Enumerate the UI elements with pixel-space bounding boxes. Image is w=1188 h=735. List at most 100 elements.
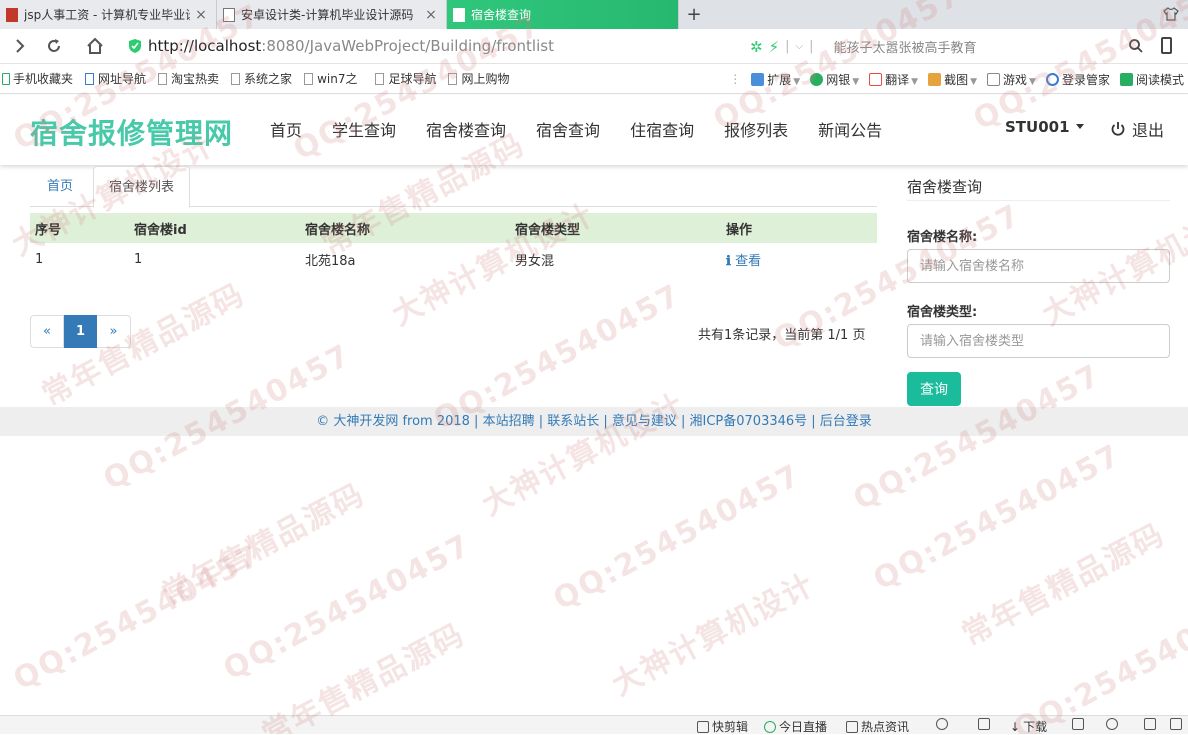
browser-tab-active[interactable]: 宿舍楼查询 × xyxy=(447,0,679,29)
bookmark-football[interactable]: 足球导航 xyxy=(375,70,436,87)
tab-home[interactable]: 首页 xyxy=(32,166,88,207)
chevron-down-icon: ▼ xyxy=(1029,76,1036,87)
status-tool[interactable] xyxy=(1106,718,1118,730)
status-tool[interactable] xyxy=(1072,718,1084,730)
browser-tab-1[interactable]: jsp人事工资 - 计算机专业毕业设 × xyxy=(0,0,217,29)
status-tool[interactable] xyxy=(978,718,990,730)
query-button[interactable]: 查询 xyxy=(907,372,961,406)
page-icon xyxy=(453,7,465,22)
bookmark-label: 手机收藏夹 xyxy=(13,72,74,86)
translate-button[interactable]: 翻译 ▼ xyxy=(869,71,918,88)
cell-name: 北苑18a xyxy=(305,254,356,269)
close-tab-icon[interactable]: × xyxy=(194,7,208,23)
news-button[interactable]: 热点资讯 xyxy=(846,718,909,735)
pagination: « 1 » xyxy=(30,315,131,348)
info-icon: ℹ xyxy=(726,254,731,269)
watermark: 常年售精品源码 xyxy=(956,517,1171,654)
bookmark-label: 系统之家 xyxy=(244,72,293,86)
menu-building-query[interactable]: 宿舍楼查询 xyxy=(426,117,506,141)
clip-icon xyxy=(697,720,709,733)
menu-dorm-query[interactable]: 宿舍查询 xyxy=(536,117,600,141)
status-label: 快剪辑 xyxy=(712,720,749,734)
login-manager-button[interactable]: 登录管家 xyxy=(1045,71,1110,88)
new-tab-button[interactable]: + xyxy=(684,4,704,25)
search-hint[interactable]: 能孩子太嚣张被高手教育 xyxy=(834,37,977,56)
news-icon xyxy=(846,720,858,733)
address-tools: ✲ ⚡ | ⌵ | 能孩子太嚣张被高手教育 xyxy=(750,37,977,57)
scissors-icon xyxy=(928,72,942,86)
menu-repair-list[interactable]: 报修列表 xyxy=(724,117,788,141)
recycle-icon[interactable]: ✲ xyxy=(750,38,763,56)
bookmark-tools: ⋮ 扩展 ▼ 网银 ▼ 翻译 ▼ 截图 ▼ 游戏 ▼ 登录管家 阅读模式 xyxy=(729,64,1184,94)
pagination-prev[interactable]: « xyxy=(30,315,64,348)
forward-icon[interactable] xyxy=(10,36,30,56)
reading-mode-button[interactable]: 阅读模式 xyxy=(1119,71,1184,88)
user-dropdown[interactable]: STU001 xyxy=(1005,118,1084,136)
bookmark-win7[interactable]: win7之 xyxy=(304,70,357,87)
home-icon[interactable] xyxy=(85,36,105,56)
pagination-next[interactable]: » xyxy=(97,315,131,348)
menu-home[interactable]: 首页 xyxy=(270,117,302,141)
bookmark-taobao[interactable]: 淘宝热卖 xyxy=(158,70,219,87)
building-name-label: 宿舍楼名称: xyxy=(907,230,978,245)
status-tool[interactable] xyxy=(936,718,948,730)
live-button[interactable]: 今日直播 xyxy=(764,718,827,735)
watermark: QQ:254540457 xyxy=(847,357,1108,518)
watermark: 常年售精品源码 xyxy=(156,477,371,614)
reload-icon[interactable] xyxy=(44,36,64,56)
building-type-input[interactable] xyxy=(907,324,1170,358)
tool-label: 截图 xyxy=(944,72,969,87)
site-brand[interactable]: 宿舍报修管理网 xyxy=(30,112,233,152)
search-icon[interactable] xyxy=(1128,38,1144,54)
status-tool[interactable] xyxy=(1170,718,1182,730)
close-tab-icon[interactable]: × xyxy=(424,7,438,23)
browser-tab-bar: jsp人事工资 - 计算机专业毕业设 × 安卓设计类-计算机毕业设计源码 × 宿… xyxy=(0,0,1188,29)
bookmark-mobile[interactable]: 手机收藏夹 xyxy=(2,70,73,87)
menu-news[interactable]: 新闻公告 xyxy=(818,117,882,141)
status-tool[interactable] xyxy=(1144,718,1156,730)
lightning-icon[interactable]: ⚡ xyxy=(769,38,780,56)
browser-tab-title: 宿舍楼查询 xyxy=(471,8,532,22)
games-button[interactable]: 游戏 ▼ xyxy=(987,71,1036,88)
book-icon xyxy=(1119,72,1133,86)
bookmark-system[interactable]: 系统之家 xyxy=(231,70,292,87)
menu-lodging-query[interactable]: 住宿查询 xyxy=(630,117,694,141)
sidebar-title: 宿舍楼查询 xyxy=(907,178,983,196)
download-button[interactable]: ↓ 下载 xyxy=(1010,718,1047,735)
secure-shield-icon xyxy=(129,39,141,53)
menu-student-query[interactable]: 学生查询 xyxy=(332,117,396,141)
chevron-down-icon: ▼ xyxy=(911,76,919,87)
phone-icon[interactable] xyxy=(1161,37,1172,54)
logout-button[interactable]: 退出 xyxy=(1110,117,1164,141)
chevron-down-icon: ▼ xyxy=(852,76,860,87)
column-header: 序号 xyxy=(30,213,129,243)
browser-icon xyxy=(1106,718,1118,730)
building-name-input[interactable] xyxy=(907,249,1170,283)
bookmark-label: 网上购物 xyxy=(461,72,510,86)
column-header: 宿舍楼id xyxy=(129,213,300,243)
tool-label: 游戏 xyxy=(1003,72,1028,87)
screenshot-button[interactable]: 截图 ▼ xyxy=(928,71,977,88)
view-label: 查看 xyxy=(735,254,762,269)
bookmark-label: 淘宝热卖 xyxy=(171,72,220,86)
view-link[interactable]: ℹ 查看 xyxy=(721,243,877,276)
skin-icon[interactable] xyxy=(1163,7,1179,21)
browser-tab-title: jsp人事工资 - 计算机专业毕业设 xyxy=(24,8,190,22)
bank-button[interactable]: 网银 ▼ xyxy=(810,71,859,88)
chevron-down-icon[interactable]: ⌵ xyxy=(796,41,804,52)
status-label: 热点资讯 xyxy=(861,720,910,734)
extensions-button[interactable]: 扩展 ▼ xyxy=(751,71,800,88)
site-footer[interactable]: © 大神开发网 from 2018 | 本站招聘 | 联系站长 | 意见与建议 … xyxy=(0,407,1188,436)
column-header: 宿舍楼类型 xyxy=(510,213,721,243)
username: STU001 xyxy=(1005,118,1070,136)
content-tabs: 首页 宿舍楼列表 xyxy=(30,166,877,208)
url-field[interactable]: http://localhost:8080/JavaWebProject/Bui… xyxy=(148,37,554,55)
quick-clip-button[interactable]: 快剪辑 xyxy=(697,718,748,735)
pagination-current[interactable]: 1 xyxy=(64,315,97,348)
logout-label: 退出 xyxy=(1132,121,1165,140)
bookmark-nav[interactable]: 网址导航 xyxy=(85,70,146,87)
browser-tab-2[interactable]: 安卓设计类-计算机毕业设计源码 × xyxy=(217,0,447,29)
table-header-row: 序号 宿舍楼id 宿舍楼名称 宿舍楼类型 操作 xyxy=(30,213,877,243)
bookmark-shopping[interactable]: 网上购物 xyxy=(448,70,509,87)
tab-building-list[interactable]: 宿舍楼列表 xyxy=(93,166,191,208)
